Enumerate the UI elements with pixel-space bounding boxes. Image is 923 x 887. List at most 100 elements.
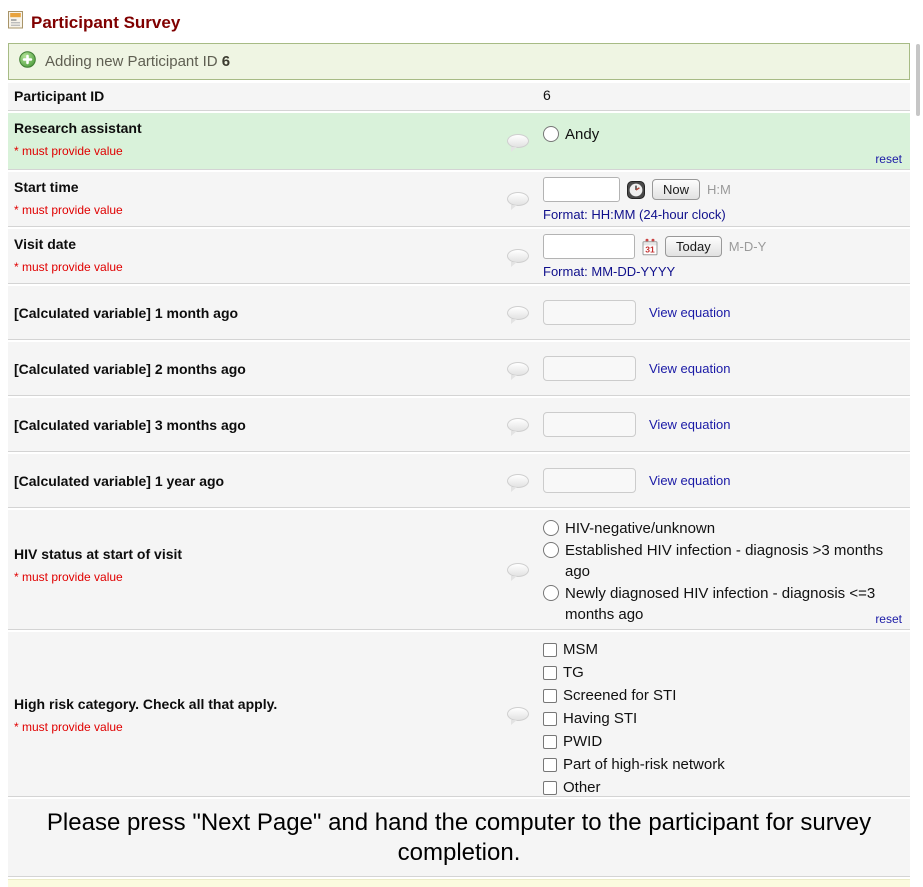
svg-text:31: 31 [645, 244, 655, 254]
visit-date-input[interactable] [543, 234, 635, 259]
required-note: * must provide value [14, 203, 507, 217]
view-equation-link[interactable]: View equation [649, 417, 730, 432]
scrollbar-thumb[interactable] [916, 44, 920, 116]
view-equation-link[interactable]: View equation [649, 361, 730, 376]
calc-3-months-input [543, 412, 636, 437]
checkbox-label[interactable]: Screened for STI [563, 685, 676, 707]
radio-button[interactable] [543, 542, 559, 558]
comment-balloon-icon[interactable] [507, 134, 529, 148]
add-circle-icon [19, 51, 36, 72]
field-label: [Calculated variable] 3 months ago [14, 417, 246, 433]
view-equation-link[interactable]: View equation [649, 473, 730, 488]
adding-record-banner: Adding new Participant ID 6 [8, 43, 910, 80]
field-label: Research assistant [14, 120, 507, 136]
view-equation-link[interactable]: View equation [649, 305, 730, 320]
date-format-note: Format: MM-DD-YYYY [543, 264, 904, 279]
radio-option-andy[interactable]: Andy [543, 124, 904, 145]
field-label: HIV status at start of visit [14, 546, 507, 562]
checkbox-label[interactable]: Having STI [563, 708, 637, 730]
comment-balloon-icon[interactable] [507, 362, 529, 376]
field-label: Participant ID [14, 88, 104, 104]
field-row-research-assistant: Research assistant * must provide value … [8, 113, 910, 170]
comment-balloon-icon[interactable] [507, 306, 529, 320]
comment-balloon-icon[interactable] [507, 707, 529, 721]
radio-button[interactable] [543, 585, 559, 601]
field-label: Visit date [14, 236, 507, 252]
checkbox[interactable] [543, 666, 557, 680]
checkbox[interactable] [543, 758, 557, 772]
clock-icon[interactable] [627, 181, 645, 199]
checkbox-option-pwid[interactable]: PWID [543, 731, 904, 753]
radio-label[interactable]: HIV-negative/unknown [565, 520, 715, 537]
question-table: Participant ID 6 Research assistant * mu… [8, 83, 910, 887]
start-time-input[interactable] [543, 177, 620, 202]
field-row-visit-date: Visit date * must provide value 31 [8, 229, 910, 284]
checkbox[interactable] [543, 643, 557, 657]
page-header: Participant Survey [8, 0, 910, 43]
required-note: * must provide value [14, 720, 507, 734]
checkbox-option-tg[interactable]: TG [543, 662, 904, 684]
field-label: High risk category. Check all that apply… [14, 696, 507, 712]
field-row-calc-3-months: [Calculated variable] 3 months ago View … [8, 398, 910, 452]
required-note: * must provide value [14, 144, 507, 158]
checkbox[interactable] [543, 735, 557, 749]
checkbox[interactable] [543, 689, 557, 703]
checkbox[interactable] [543, 712, 557, 726]
field-row-participant-id: Participant ID 6 [8, 83, 910, 111]
banner-text: Adding new Participant ID 6 [45, 53, 230, 70]
field-label: [Calculated variable] 1 year ago [14, 473, 224, 489]
calc-1-year-input [543, 468, 636, 493]
today-button[interactable]: Today [665, 236, 722, 257]
required-note: * must provide value [14, 570, 507, 584]
radio-label[interactable]: Established HIV infection - diagnosis >3… [565, 542, 883, 580]
reset-link[interactable]: reset [875, 152, 902, 166]
radio-option-established-hiv[interactable]: Established HIV infection - diagnosis >3… [543, 540, 904, 582]
field-label: [Calculated variable] 1 month ago [14, 305, 238, 321]
comment-balloon-icon[interactable] [507, 418, 529, 432]
date-hint: M-D-Y [729, 239, 767, 254]
checkbox-option-screened-sti[interactable]: Screened for STI [543, 685, 904, 707]
checkbox-label[interactable]: PWID [563, 731, 602, 753]
handoff-instruction: Please press "Next Page" and hand the co… [29, 808, 889, 868]
field-label: Start time [14, 179, 507, 195]
reset-link[interactable]: reset [875, 612, 902, 626]
checkbox-label[interactable]: MSM [563, 639, 598, 661]
required-note: * must provide value [14, 260, 507, 274]
radio-option-newly-diagnosed-hiv[interactable]: Newly diagnosed HIV infection - diagnosi… [543, 583, 904, 625]
checkbox-label[interactable]: TG [563, 662, 584, 684]
checkbox-option-having-sti[interactable]: Having STI [543, 708, 904, 730]
participant-id-value: 6 [543, 83, 910, 110]
instruction-row: Please press "Next Page" and hand the co… [8, 799, 910, 877]
radio-button[interactable] [543, 126, 559, 142]
scrollbar-track[interactable] [912, 0, 923, 886]
field-row-calc-1-month: [Calculated variable] 1 month ago View e… [8, 286, 910, 340]
comment-balloon-icon[interactable] [507, 192, 529, 206]
calendar-icon[interactable]: 31 [642, 238, 658, 256]
checkbox-option-other[interactable]: Other [543, 777, 904, 799]
field-label: [Calculated variable] 2 months ago [14, 361, 246, 377]
field-row-calc-2-months: [Calculated variable] 2 months ago View … [8, 342, 910, 396]
now-button[interactable]: Now [652, 179, 700, 200]
field-row-hiv-status: HIV status at start of visit * must prov… [8, 510, 910, 630]
comment-balloon-icon[interactable] [507, 474, 529, 488]
survey-form-icon [8, 11, 24, 34]
field-row-start-time: Start time * must provide value N [8, 172, 910, 227]
checkbox-option-msm[interactable]: MSM [543, 639, 904, 661]
radio-label[interactable]: Newly diagnosed HIV infection - diagnosi… [565, 585, 875, 623]
radio-button[interactable] [543, 520, 559, 536]
calc-2-months-input [543, 356, 636, 381]
radio-option-hiv-negative[interactable]: HIV-negative/unknown [543, 518, 904, 539]
radio-label[interactable]: Andy [565, 126, 599, 143]
record-id: 6 [222, 53, 230, 70]
checkbox[interactable] [543, 781, 557, 795]
field-row-calc-1-year: [Calculated variable] 1 year ago View eq… [8, 454, 910, 508]
comment-balloon-icon[interactable] [507, 563, 529, 577]
field-row-high-risk: High risk category. Check all that apply… [8, 632, 910, 797]
comment-balloon-icon[interactable] [507, 249, 529, 263]
page-title: Participant Survey [31, 13, 180, 33]
time-format-note: Format: HH:MM (24-hour clock) [543, 207, 904, 222]
checkbox-option-high-risk-network[interactable]: Part of high-risk network [543, 754, 904, 776]
checkbox-label[interactable]: Part of high-risk network [563, 754, 725, 776]
checkbox-label[interactable]: Other [563, 777, 601, 799]
calc-1-month-input [543, 300, 636, 325]
